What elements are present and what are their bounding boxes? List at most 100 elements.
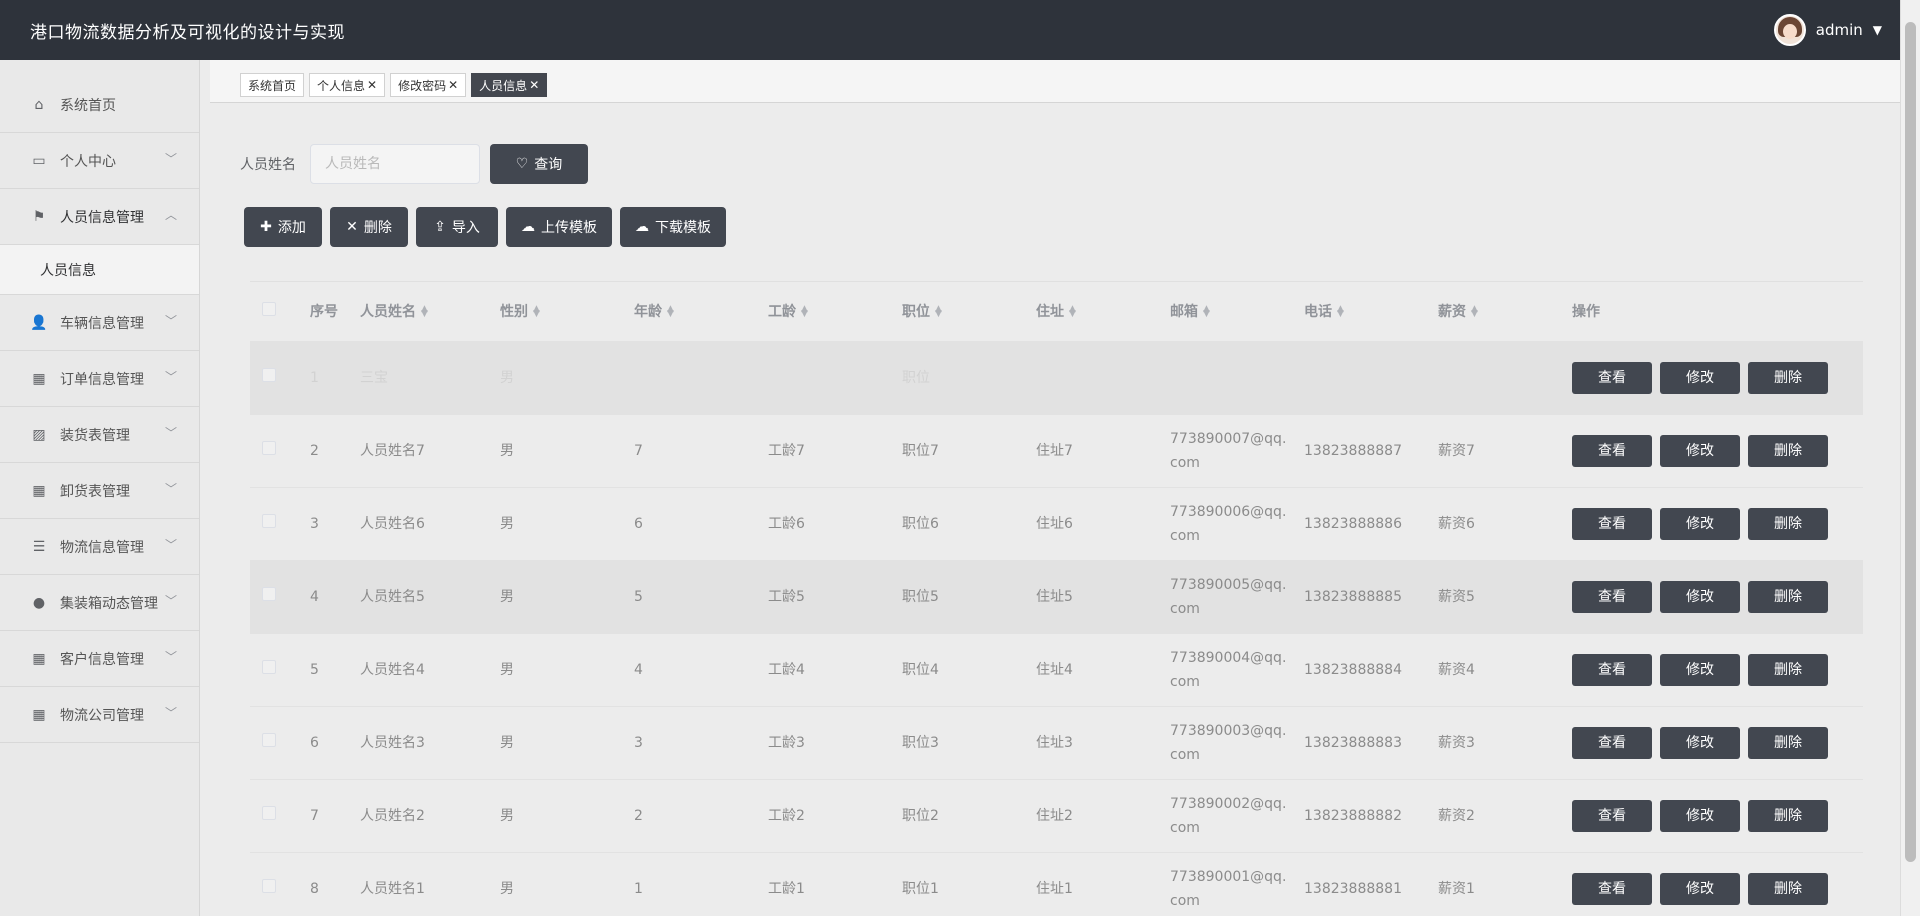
cell-salary: 薪资7 bbox=[1438, 442, 1475, 459]
table-row: 3 人员姓名6 男 6 工龄6 职位6 住址6 773890006@qq.com… bbox=[250, 487, 1863, 560]
tab-personnel-info[interactable]: 人员信息 ✕ bbox=[471, 73, 548, 97]
delete-button[interactable]: 删除 bbox=[1748, 434, 1828, 467]
column-header[interactable]: 邮箱 ▲ ▼ bbox=[1170, 282, 1304, 342]
row-checkbox[interactable] bbox=[262, 805, 276, 820]
sort-icon[interactable]: ▲ ▼ bbox=[1337, 305, 1344, 319]
sort-icon[interactable]: ▲ ▼ bbox=[533, 305, 540, 319]
view-button[interactable]: 查看 bbox=[1572, 799, 1652, 832]
view-button[interactable]: 查看 bbox=[1572, 726, 1652, 759]
tab-home[interactable]: 系统首页 bbox=[240, 73, 305, 97]
select-all-checkbox[interactable] bbox=[262, 302, 276, 317]
edit-button[interactable]: 修改 bbox=[1660, 434, 1740, 467]
card-icon: ▭ bbox=[32, 152, 46, 169]
sidebar-item-company[interactable]: ▦ 物流公司管理 ﹀ bbox=[0, 687, 199, 743]
delete-button[interactable]: 删除 bbox=[1748, 361, 1828, 394]
view-button[interactable]: 查看 bbox=[1572, 507, 1652, 540]
delete-button[interactable]: 删除 bbox=[1748, 726, 1828, 759]
sort-icon[interactable]: ▲ ▼ bbox=[667, 305, 674, 319]
sidebar-item-order[interactable]: ▦ 订单信息管理 ﹀ bbox=[0, 351, 199, 407]
column-header[interactable]: 年龄 ▲ ▼ bbox=[634, 282, 768, 342]
username[interactable]: admin bbox=[1816, 21, 1863, 39]
edit-button[interactable]: 修改 bbox=[1660, 361, 1740, 394]
sidebar-item-profile[interactable]: ▭ 个人中心 ﹀ bbox=[0, 133, 199, 189]
cell-index: 4 bbox=[310, 588, 319, 605]
tabs-bar: 系统首页 个人信息 ✕ 修改密码 ✕ 人员信息 ✕ bbox=[210, 60, 1900, 103]
download-template-button[interactable]: ☁ 下载模板 bbox=[620, 207, 726, 247]
sidebar-item-logistics[interactable]: ☰ 物流信息管理 ﹀ bbox=[0, 519, 199, 575]
row-checkbox[interactable] bbox=[262, 586, 276, 601]
cell-actions: 查看 修改 删除 bbox=[1572, 560, 1863, 633]
view-button[interactable]: 查看 bbox=[1572, 872, 1652, 905]
edit-button[interactable]: 修改 bbox=[1660, 653, 1740, 686]
column-header[interactable]: 工龄 ▲ ▼ bbox=[768, 282, 902, 342]
edit-button[interactable]: 修改 bbox=[1660, 507, 1740, 540]
sort-icon[interactable]: ▲ ▼ bbox=[421, 305, 428, 319]
search-input[interactable] bbox=[310, 144, 480, 184]
sidebar-subitem-personnel-info[interactable]: 人员信息 bbox=[0, 245, 199, 295]
row-checkbox[interactable] bbox=[262, 367, 276, 382]
cell-position: 职位2 bbox=[902, 807, 939, 824]
column-header[interactable]: 性别 ▲ ▼ bbox=[500, 282, 634, 342]
delete-button[interactable]: 删除 bbox=[1748, 653, 1828, 686]
column-header[interactable]: 人员姓名 ▲ ▼ bbox=[360, 282, 500, 342]
edit-button[interactable]: 修改 bbox=[1660, 799, 1740, 832]
chevron-down-icon: ﹀ bbox=[164, 152, 177, 166]
sort-icon[interactable]: ▲ ▼ bbox=[1471, 305, 1478, 319]
tab-personal-info[interactable]: 个人信息 ✕ bbox=[309, 73, 386, 97]
import-button[interactable]: ⇪ 导入 bbox=[416, 207, 498, 247]
caret-down-icon[interactable]: ▼ bbox=[1873, 23, 1882, 37]
add-button[interactable]: ✚ 添加 bbox=[244, 207, 322, 247]
sidebar-item-loading[interactable]: ▨ 装货表管理 ﹀ bbox=[0, 407, 199, 463]
cell-age bbox=[634, 341, 768, 414]
edit-button[interactable]: 修改 bbox=[1660, 580, 1740, 613]
row-checkbox[interactable] bbox=[262, 659, 276, 674]
row-checkbox[interactable] bbox=[262, 878, 276, 893]
list-icon: ☰ bbox=[32, 538, 46, 555]
column-header[interactable]: 电话 ▲ ▼ bbox=[1304, 282, 1438, 342]
delete-button[interactable]: 删除 bbox=[1748, 872, 1828, 905]
avatar[interactable] bbox=[1773, 14, 1806, 46]
view-button[interactable]: 查看 bbox=[1572, 361, 1652, 394]
sidebar-item-container[interactable]: ● 集装箱动态管理 ﹀ bbox=[0, 575, 199, 631]
sidebar-item-personnel[interactable]: ⚑ 人员信息管理 ︿ bbox=[0, 189, 199, 245]
delete-button[interactable]: 删除 bbox=[1748, 507, 1828, 540]
close-icon[interactable]: ✕ bbox=[529, 78, 539, 92]
sort-icon[interactable]: ▲ ▼ bbox=[1203, 305, 1210, 319]
sidebar-item-unloading[interactable]: ▦ 卸货表管理 ﹀ bbox=[0, 463, 199, 519]
sidebar-item-customer[interactable]: ▦ 客户信息管理 ﹀ bbox=[0, 631, 199, 687]
row-checkbox[interactable] bbox=[262, 513, 276, 528]
user-menu[interactable]: admin ▼ bbox=[1773, 14, 1882, 46]
column-header[interactable]: 职位 ▲ ▼ bbox=[902, 282, 1036, 342]
row-checkbox[interactable] bbox=[262, 732, 276, 747]
delete-button[interactable]: 删除 bbox=[1748, 580, 1828, 613]
grid-icon: ▦ bbox=[32, 706, 46, 723]
edit-button[interactable]: 修改 bbox=[1660, 726, 1740, 759]
table-row: 5 人员姓名4 男 4 工龄4 职位4 住址4 773890004@qq.com… bbox=[250, 633, 1863, 706]
cell-index: 2 bbox=[310, 442, 319, 459]
column-header: 序号 bbox=[310, 282, 360, 342]
chevron-down-icon: ﹀ bbox=[164, 370, 177, 384]
sidebar-item-vehicle[interactable]: 👤 车辆信息管理 ﹀ bbox=[0, 295, 199, 351]
app-title: 港口物流数据分析及可视化的设计与实现 bbox=[30, 22, 345, 43]
upload-template-button[interactable]: ☁ 上传模板 bbox=[506, 207, 612, 247]
page-scrollbar[interactable] bbox=[1900, 0, 1920, 916]
sort-icon[interactable]: ▲ ▼ bbox=[935, 305, 942, 319]
column-header[interactable]: 住址 ▲ ▼ bbox=[1036, 282, 1170, 342]
column-header[interactable]: 薪资 ▲ ▼ bbox=[1438, 282, 1572, 342]
cell-age: 2 bbox=[634, 807, 643, 824]
view-button[interactable]: 查看 bbox=[1572, 434, 1652, 467]
query-button[interactable]: ♡ 查询 bbox=[490, 144, 588, 184]
sort-icon[interactable]: ▲ ▼ bbox=[1069, 305, 1076, 319]
close-icon[interactable]: ✕ bbox=[448, 78, 458, 92]
view-button[interactable]: 查看 bbox=[1572, 580, 1652, 613]
view-button[interactable]: 查看 bbox=[1572, 653, 1652, 686]
tab-change-password[interactable]: 修改密码 ✕ bbox=[390, 73, 467, 97]
edit-button[interactable]: 修改 bbox=[1660, 872, 1740, 905]
batch-delete-button[interactable]: ✕ 删除 bbox=[330, 207, 408, 247]
scrollbar-thumb[interactable] bbox=[1905, 22, 1916, 862]
row-checkbox[interactable] bbox=[262, 440, 276, 455]
delete-button[interactable]: 删除 bbox=[1748, 799, 1828, 832]
sort-icon[interactable]: ▲ ▼ bbox=[801, 305, 808, 319]
sidebar-item-home[interactable]: ⌂ 系统首页 bbox=[0, 77, 199, 133]
close-icon[interactable]: ✕ bbox=[367, 78, 377, 92]
